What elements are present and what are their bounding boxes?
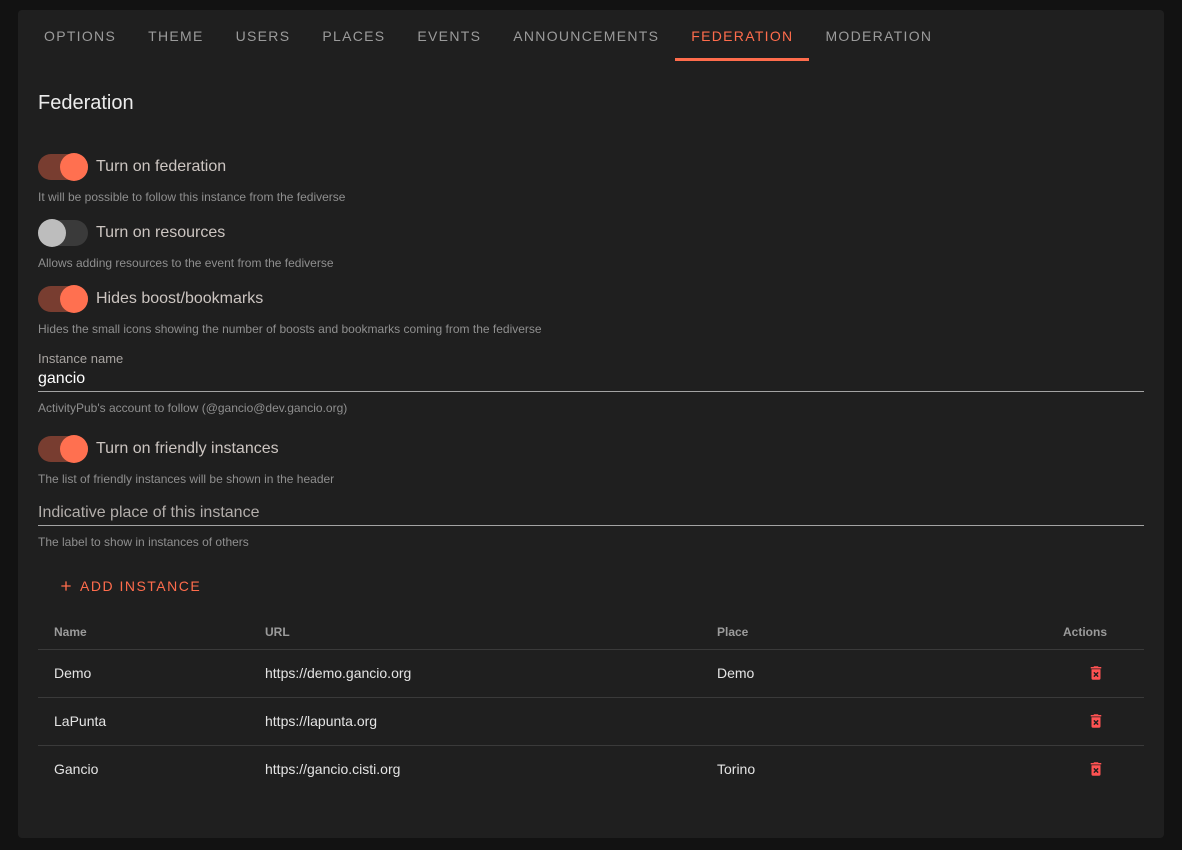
tab-label: PLACES [322,28,385,44]
instances-table-body: Demo https://demo.gancio.org Demo LaPunt… [38,649,1144,793]
admin-settings-card: OPTIONS THEME USERS PLACES EVENTS ANNOUN… [18,10,1164,838]
column-header-url: URL [249,616,701,649]
resources-toggle[interactable] [38,219,90,247]
friendly-instances-toggle[interactable] [38,435,90,463]
delete-instance-button[interactable] [1085,758,1107,780]
add-instance-button[interactable]: ADD INSTANCE [50,568,209,604]
tab-label: EVENTS [417,28,481,44]
tab-label: THEME [148,28,204,44]
instance-row: Gancio https://gancio.cisti.org Torino [38,745,1144,793]
federation-toggle[interactable] [38,153,90,181]
instance-name-cell: Gancio [38,745,249,793]
tab[interactable]: OPTIONS [28,10,132,61]
boost-toggle[interactable] [38,285,90,313]
instance-actions-cell [1047,649,1144,697]
tab[interactable]: PLACES [306,10,401,61]
admin-tabbar: OPTIONS THEME USERS PLACES EVENTS ANNOUN… [18,10,1164,61]
resources-switch-block: Turn on resources Allows adding resource… [38,219,1144,271]
column-header-actions: Actions [1047,616,1144,649]
instance-name-cell: LaPunta [38,697,249,745]
instance-name-cell: Demo [38,649,249,697]
delete-instance-button[interactable] [1085,710,1107,732]
instance-url-cell: https://demo.gancio.org [249,649,701,697]
tab[interactable]: FEDERATION [675,10,809,61]
instance-url-cell: https://gancio.cisti.org [249,745,701,793]
instances-table: Name URL Place Actions Demo https://demo… [38,616,1144,793]
friendly-switch-block: Turn on friendly instances The list of f… [38,435,1144,487]
federation-panel: Federation Turn on federation It will be… [18,89,1164,793]
instance-place-hint: The label to show in instances of others [38,534,1144,550]
plus-icon [58,578,74,594]
toggle-knob [60,285,88,313]
instance-actions-cell [1047,697,1144,745]
instance-name-label: Instance name [38,351,1144,367]
resources-toggle-hint: Allows adding resources to the event fro… [38,255,1144,271]
toggle-knob [38,219,66,247]
instance-place-input[interactable] [38,501,1144,526]
federation-toggle-hint: It will be possible to follow this insta… [38,189,1144,205]
instance-place-cell: Demo [701,649,1047,697]
instance-row: LaPunta https://lapunta.org [38,697,1144,745]
instance-url-cell: https://lapunta.org [249,697,701,745]
toggle-knob [60,153,88,181]
tab-label: ANNOUNCEMENTS [513,28,659,44]
tab[interactable]: MODERATION [809,10,948,61]
tab-label: FEDERATION [691,28,793,44]
instance-place-cell [701,697,1047,745]
instance-place-field-block: The label to show in instances of others [38,501,1144,550]
delete-forever-icon [1087,664,1105,682]
tab[interactable]: USERS [220,10,307,61]
tab-label: OPTIONS [44,28,116,44]
instances-table-header-row: Name URL Place Actions [38,616,1144,649]
instance-name-input[interactable] [38,367,1144,392]
federation-toggle-label: Turn on federation [96,158,226,176]
resources-toggle-label: Turn on resources [96,224,225,242]
boost-toggle-label: Hides boost/bookmarks [96,290,263,308]
column-header-name: Name [38,616,249,649]
instance-place-cell: Torino [701,745,1047,793]
instance-name-hint: ActivityPub's account to follow (@gancio… [38,400,1144,416]
add-instance-button-label: ADD INSTANCE [80,578,201,594]
column-header-place: Place [701,616,1047,649]
tab[interactable]: ANNOUNCEMENTS [497,10,675,61]
boost-switch-block: Hides boost/bookmarks Hides the small ic… [38,285,1144,337]
delete-instance-button[interactable] [1085,662,1107,684]
tab-label: MODERATION [825,28,932,44]
delete-forever-icon [1087,760,1105,778]
friendly-instances-toggle-hint: The list of friendly instances will be s… [38,471,1144,487]
delete-forever-icon [1087,712,1105,730]
toggle-knob [60,435,88,463]
page-title: Federation [38,89,1144,117]
friendly-instances-toggle-label: Turn on friendly instances [96,440,279,458]
tab[interactable]: THEME [132,10,220,61]
tab[interactable]: EVENTS [401,10,497,61]
instance-actions-cell [1047,745,1144,793]
tab-label: USERS [236,28,291,44]
instance-name-field-block: Instance name ActivityPub's account to f… [38,351,1144,416]
instance-row: Demo https://demo.gancio.org Demo [38,649,1144,697]
boost-toggle-hint: Hides the small icons showing the number… [38,321,1144,337]
federation-switch-block: Turn on federation It will be possible t… [38,153,1144,205]
